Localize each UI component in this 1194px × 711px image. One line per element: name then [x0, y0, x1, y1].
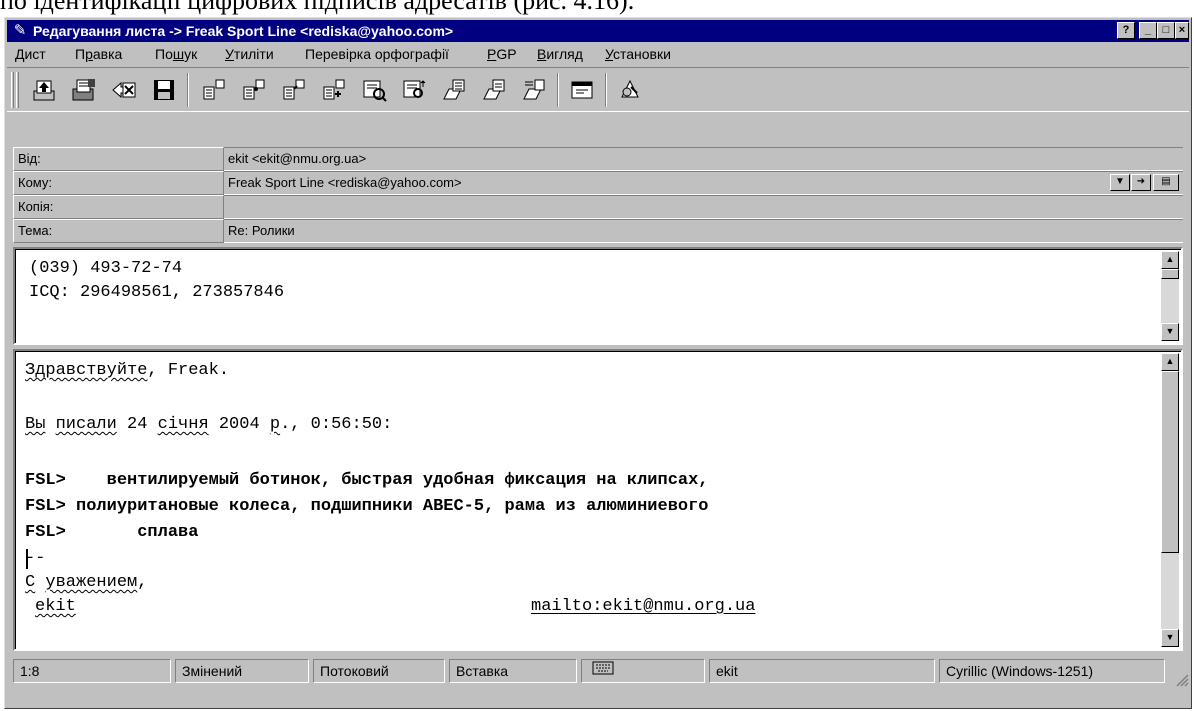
signature-separator: --	[25, 549, 46, 568]
resize-grip-icon[interactable]	[1175, 673, 1189, 687]
document-caption: по ідентифікації цифрових підписів адрес…	[0, 0, 1194, 18]
menu-search[interactable]: Пошук	[155, 46, 197, 63]
minimize-button[interactable]: _	[1139, 22, 1157, 39]
toolbar-separator	[605, 73, 607, 107]
message-body-pane[interactable]: Здравствуйте, Freak. Вы писали 24 січня …	[13, 349, 1183, 651]
status-encoding[interactable]: Cyrillic (Windows-1251)	[939, 659, 1165, 683]
quote-line-2: FSL> полиуритановые колеса, подшипники A…	[25, 497, 709, 516]
from-row: Від: ekit <ekit@nmu.org.ua>	[13, 147, 1183, 171]
scroll-thumb[interactable]	[1161, 269, 1179, 279]
scroll-up-button[interactable]: ▲	[1161, 353, 1179, 371]
toolbar-separator	[187, 73, 189, 107]
signer-name: ekit	[35, 597, 76, 616]
insert-template-icon[interactable]	[437, 73, 471, 107]
signature-phone: (039) 493-72-74	[29, 259, 183, 278]
attach-more-icon[interactable]	[317, 73, 351, 107]
check-names-icon[interactable]	[397, 73, 431, 107]
scroll-down-button[interactable]: ▼	[1161, 323, 1179, 341]
attach-link-icon[interactable]	[277, 73, 311, 107]
wrote-line: Вы писали 24 січня 2004 р., 0:56:50:	[25, 415, 393, 434]
status-insert: Вставка	[449, 659, 577, 683]
scroll-down-button[interactable]: ▼	[1161, 629, 1179, 647]
menu-view[interactable]: Вигляд	[537, 46, 583, 63]
insert-quote-icon[interactable]	[517, 73, 551, 107]
editor-window: ✎ Редагування листа -> Freak Sport Line …	[4, 17, 1192, 709]
title-bar[interactable]: ✎ Редагування листа -> Freak Sport Line …	[7, 20, 1189, 42]
add-recipient-button[interactable]: ➜	[1131, 174, 1151, 191]
signature-pane[interactable]: (039) 493-72-74 ICQ: 296498561, 27385784…	[13, 247, 1183, 345]
toolbar	[7, 67, 1189, 112]
toolbar-grip[interactable]	[11, 72, 14, 108]
status-cursor-position: 1:8	[13, 659, 171, 683]
from-label: Від:	[13, 147, 224, 171]
keyboard-icon[interactable]	[581, 659, 705, 683]
subject-label: Тема:	[13, 219, 224, 243]
body-scrollbar[interactable]: ▲ ▼	[1161, 353, 1179, 647]
to-field[interactable]: Freak Sport Line <rediska@yahoo.com>	[224, 171, 1183, 195]
mailto-link[interactable]: mailto:ekit@nmu.org.ua	[531, 597, 755, 616]
menu-bar: Дист Правка Пошук Утиліти Перевірка орфо…	[7, 43, 1189, 66]
scroll-thumb[interactable]	[1161, 371, 1179, 553]
send-icon[interactable]	[27, 73, 61, 107]
quote-line-1: FSL> вентилируемый ботинок, быстрая удоб…	[25, 471, 709, 490]
attach-file-icon[interactable]	[197, 73, 231, 107]
subject-row: Тема: Re: Ролики	[13, 219, 1183, 243]
recipient-dropdown-button[interactable]: ▼	[1110, 174, 1130, 191]
attach-copy-icon[interactable]	[237, 73, 271, 107]
save-draft-icon[interactable]	[67, 73, 101, 107]
cc-field[interactable]	[224, 195, 1183, 219]
menu-edit[interactable]: Правка	[75, 46, 122, 63]
caption-text: по ідентифікації цифрових підписів адрес…	[0, 0, 635, 15]
status-bar: 1:8 Змінений Потоковий Вставка ekit Cyri…	[7, 655, 1189, 687]
envelope-pen-icon[interactable]: ✎	[11, 22, 29, 40]
close-button[interactable]: ×	[1175, 22, 1189, 39]
menu-spellcheck[interactable]: Перевірка орфографії	[305, 46, 449, 63]
to-row: Кому: Freak Sport Line <rediska@yahoo.co…	[13, 171, 1183, 195]
status-modified: Змінений	[175, 659, 309, 683]
from-field[interactable]: ekit <ekit@nmu.org.ua>	[224, 147, 1183, 171]
menu-letter[interactable]: Дист	[15, 46, 46, 63]
status-mode: Потоковий	[313, 659, 445, 683]
save-icon[interactable]	[147, 73, 181, 107]
scroll-up-button[interactable]: ▲	[1161, 251, 1179, 269]
address-book-icon[interactable]	[357, 73, 391, 107]
window-title: Редагування листа -> Freak Sport Line <r…	[33, 23, 454, 39]
delete-icon[interactable]	[107, 73, 141, 107]
status-account: ekit	[709, 659, 935, 683]
properties-icon[interactable]	[565, 73, 599, 107]
greeting-line: Здравствуйте, Freak.	[25, 361, 230, 380]
toolbar-separator	[557, 73, 559, 107]
menu-pgp[interactable]: PGP	[487, 46, 517, 63]
maximize-button[interactable]: □	[1157, 22, 1175, 39]
help-button[interactable]: ?	[1117, 22, 1135, 39]
cc-label: Копія:	[13, 195, 224, 219]
insert-signature-icon[interactable]	[477, 73, 511, 107]
regards-line: С уважением,	[25, 573, 148, 592]
signature-icq: ICQ: 296498561, 273857846	[29, 283, 285, 302]
menu-utilities[interactable]: Утиліти	[225, 46, 274, 63]
to-label: Кому:	[13, 171, 224, 195]
signature-scrollbar[interactable]: ▲ ▼	[1161, 251, 1179, 341]
quote-line-3: FSL> сплава	[25, 523, 199, 542]
menu-settings[interactable]: Установки	[605, 46, 671, 63]
toolbar-grip[interactable]	[16, 72, 19, 108]
subject-field[interactable]: Re: Ролики	[224, 219, 1183, 243]
settings-icon[interactable]	[613, 73, 647, 107]
cc-row: Копія:	[13, 195, 1183, 219]
address-book-button[interactable]: ▤	[1153, 174, 1179, 191]
text-cursor	[26, 549, 28, 569]
